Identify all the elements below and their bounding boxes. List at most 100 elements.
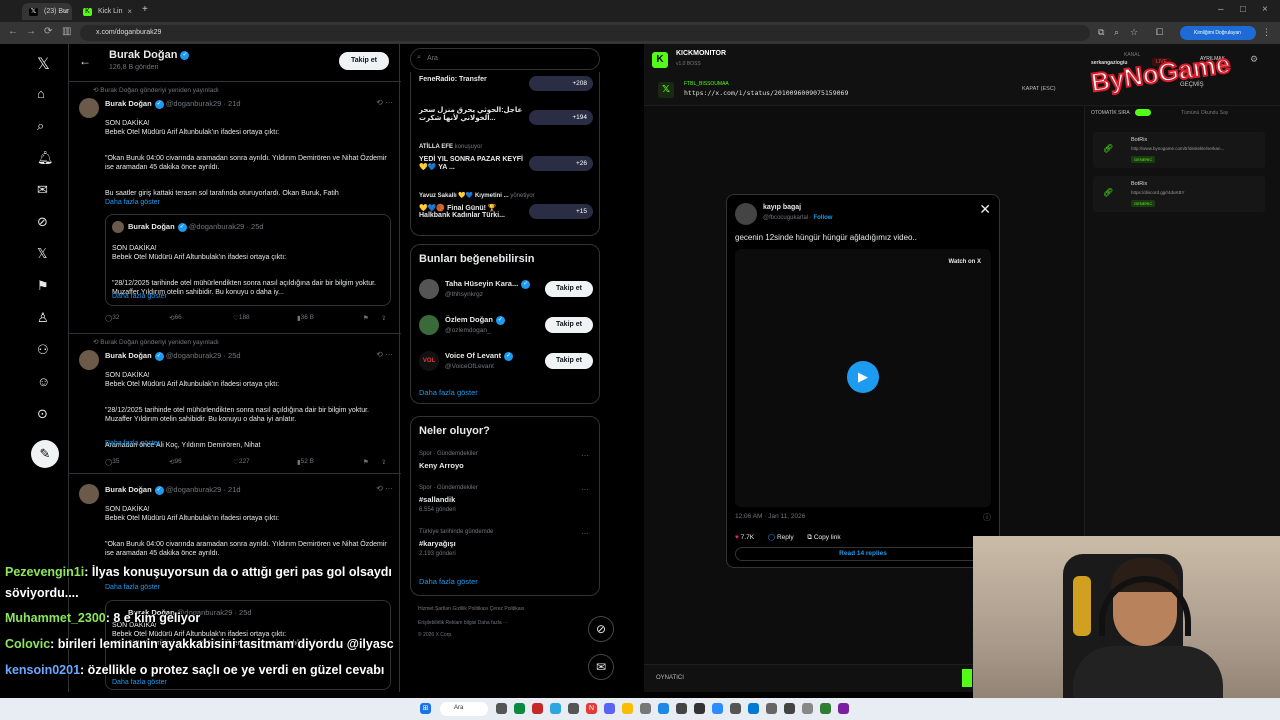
share-icon[interactable]: ⇪ (381, 458, 386, 466)
reply-label[interactable]: Reply (777, 534, 794, 541)
reply-button[interactable]: ◯ 32 (105, 314, 120, 322)
more-options-icon[interactable]: ⟲ ··· (376, 350, 393, 359)
follow-button[interactable]: Takip et (545, 353, 593, 369)
bookmark-icon[interactable]: ⚑ (363, 314, 369, 322)
avatar[interactable] (419, 315, 439, 335)
show-more-link[interactable]: Daha fazla göster (419, 388, 478, 397)
queue-item[interactable]: 🔗︎ BotRix http://www.bynogame.com/tr/des… (1093, 132, 1265, 168)
embed-author-name[interactable]: kayıp bagaj (763, 204, 801, 211)
participant-pill[interactable]: +208 (529, 76, 593, 91)
app-icon[interactable] (748, 703, 759, 714)
windows-start-icon[interactable]: ⊞ (420, 703, 431, 714)
quoted-post[interactable]: Burak Doğan ✓ @doganburak29 · 25d SON DAK… (105, 214, 391, 306)
embed-follow[interactable]: Follow (813, 215, 832, 221)
show-more-link[interactable]: Daha fazla göster (105, 440, 160, 447)
play-icon[interactable]: ▶ (847, 361, 879, 393)
sidebar-icon[interactable]: ▥ (62, 26, 71, 37)
follow-button[interactable]: Takip et (339, 52, 389, 70)
telegram-icon[interactable] (550, 703, 561, 714)
app-icon[interactable] (802, 703, 813, 714)
avatar[interactable] (79, 98, 99, 118)
watch-on-x[interactable]: Watch on X (949, 259, 981, 265)
more-options-icon[interactable]: ··· (581, 529, 589, 538)
search-input[interactable]: ⌕ Ara (410, 48, 600, 70)
repost-button[interactable]: ⟲ 66 (169, 314, 182, 322)
app-icon[interactable] (820, 703, 831, 714)
forward-icon[interactable]: → (26, 26, 36, 37)
views-button[interactable]: ▮ 36 B (297, 314, 314, 322)
close-icon[interactable]: × (63, 7, 68, 16)
trend-name[interactable]: #sallandik (419, 495, 455, 504)
bookmarks-icon[interactable]: ⚑ (37, 278, 49, 294)
messages-icon[interactable]: ✉ (588, 654, 614, 680)
close-icon[interactable]: ✕ (979, 201, 991, 218)
bookmark-icon[interactable]: ⚑ (363, 458, 369, 466)
back-arrow-icon[interactable]: ← (79, 54, 91, 68)
like-button[interactable]: ♡ 188 (233, 314, 250, 322)
trend-name[interactable]: #karyağışı (419, 539, 456, 548)
zoom-app-icon[interactable] (712, 703, 723, 714)
notifications-icon[interactable]: 🔔︎ (37, 150, 54, 166)
search-icon[interactable]: ⌕ (37, 118, 44, 134)
post[interactable]: ⟲ Burak Doğan gönderiyi yeniden yayınlad… (69, 336, 401, 474)
show-more-link[interactable]: Daha fazla göster (419, 577, 478, 586)
app-icon[interactable] (838, 703, 849, 714)
views-button[interactable]: ▮ 52 B (297, 458, 314, 466)
footer-links[interactable]: Hizmet Şartları Gizlilik Politikası Çere… (418, 606, 524, 612)
new-tab-icon[interactable]: + (142, 4, 148, 15)
back-icon[interactable]: ← (8, 26, 18, 37)
post[interactable]: Burak Doğan ✓ @doganburak29 · 21d ⟲ ··· S… (69, 476, 401, 692)
suggestion-name[interactable]: Taha Hüseyin Kara... ✓ (445, 279, 531, 289)
app-icon[interactable] (784, 703, 795, 714)
more-options-icon[interactable]: ··· (581, 485, 589, 494)
reload-icon[interactable]: ⟳ (44, 26, 52, 37)
footer-links[interactable]: Erişilebilirlik Reklam bilgisi Daha fazl… (418, 620, 508, 626)
discord-icon[interactable] (604, 703, 615, 714)
copy-link-label[interactable]: Copy link (814, 534, 841, 541)
compose-post-button[interactable]: ✎ (31, 440, 59, 468)
follow-button[interactable]: Takip et (545, 281, 593, 297)
app-icon[interactable] (676, 703, 687, 714)
heart-icon[interactable]: ♥ (735, 534, 739, 541)
trend-title[interactable]: 💛💙🏀 Final Günü! 🏆 Halkbank Kadınlar Türk… (419, 204, 529, 219)
whatsapp-icon[interactable] (514, 703, 525, 714)
copy-link-icon[interactable]: ⧉ (807, 534, 812, 541)
avatar[interactable] (419, 279, 439, 299)
settings-icon[interactable]: ⚙ (1250, 54, 1258, 65)
jobs-icon[interactable]: ♙ (37, 310, 49, 326)
netflix-icon[interactable]: N (586, 703, 597, 714)
minimize-icon[interactable]: – (1218, 4, 1224, 15)
maximize-icon[interactable]: □ (1240, 4, 1246, 15)
window-close-icon[interactable]: × (1262, 4, 1268, 15)
show-more-link[interactable]: Daha fazla göster (105, 199, 160, 206)
kick-url[interactable]: https://x.com/i/status/20100960090751590… (684, 89, 848, 97)
post-author[interactable]: Burak Doğan ✓ @doganburak29 · 25d (105, 351, 241, 361)
follow-button[interactable]: Takip et (545, 317, 593, 333)
post-author[interactable]: Burak Doğan ✓ @doganburak29 · 21d (105, 485, 241, 495)
app-icon[interactable] (694, 703, 705, 714)
browser-tab-x[interactable]: 𝕏 (23) Bur × (22, 3, 72, 20)
more-options-icon[interactable]: ··· (581, 451, 589, 460)
trend-title[interactable]: عاجل:الحوثي يحرق منزل سحر الخولاني لأنها… (419, 106, 529, 122)
participant-pill[interactable]: +26 (529, 156, 593, 171)
mark-all-read-button[interactable]: Tümünü Okundu Say (1181, 110, 1228, 116)
participant-pill[interactable]: +194 (529, 110, 593, 125)
embed-video[interactable]: Watch on X ▶ (735, 249, 991, 507)
avatar[interactable] (79, 350, 99, 370)
like-button[interactable]: ♡ 227 (233, 458, 250, 466)
repost-button[interactable]: ⟲ 96 (169, 458, 182, 466)
grok-icon[interactable]: ⊘ (37, 214, 48, 230)
app-icon[interactable] (766, 703, 777, 714)
taskbar-search[interactable]: Ara (440, 702, 488, 716)
app-icon[interactable] (658, 703, 669, 714)
avatar[interactable]: VOL (419, 351, 439, 371)
show-more-link[interactable]: Daha fazla göster (105, 584, 160, 591)
profile-icon[interactable]: ☺ (37, 374, 50, 389)
menu-icon[interactable]: ⋮ (1262, 27, 1271, 38)
suggestion-name[interactable]: Voice Of Levant ✓ (445, 351, 514, 361)
chrome-icon[interactable] (622, 703, 633, 714)
post-author[interactable]: Burak Doğan ✓ @doganburak29 · 21d (105, 99, 241, 109)
home-icon[interactable]: ⌂ (37, 86, 45, 101)
task-view-icon[interactable] (496, 703, 507, 714)
suggestion-name[interactable]: Özlem Doğan ✓ (445, 315, 505, 325)
